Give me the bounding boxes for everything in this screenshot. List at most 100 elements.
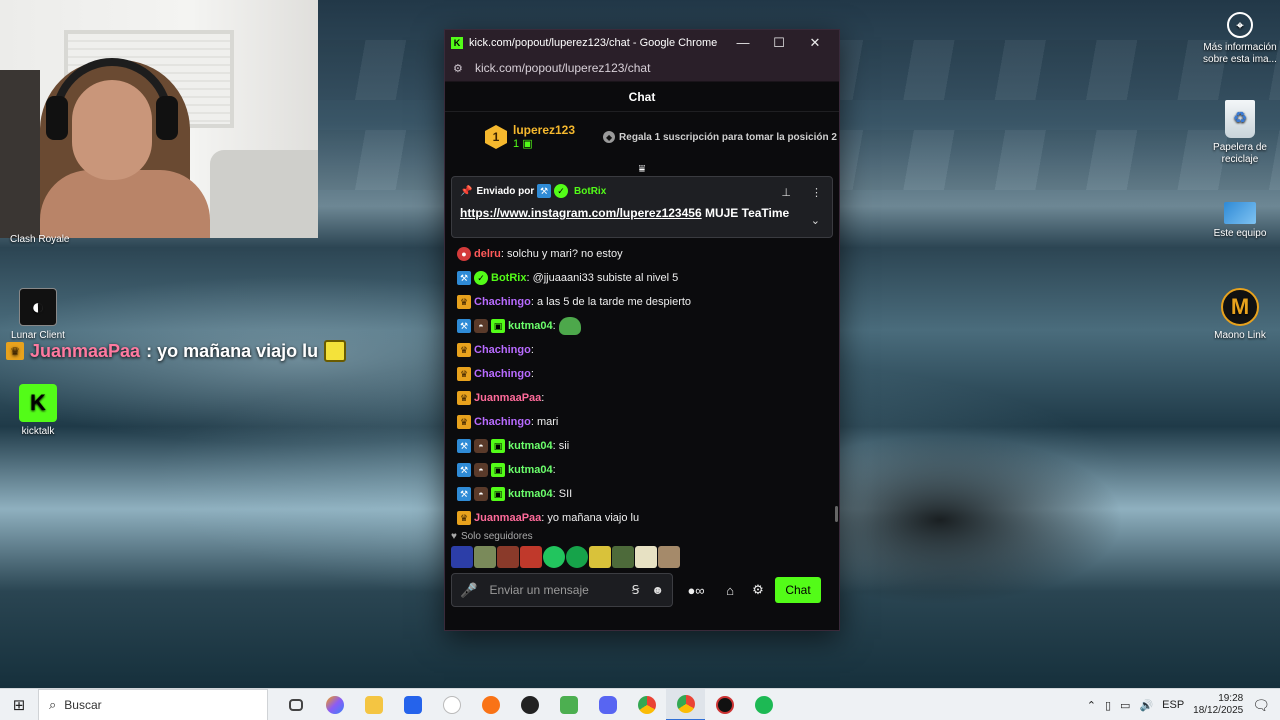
clash-royale-label[interactable]: Clash Royale xyxy=(10,234,69,245)
chat-text: : xyxy=(530,368,534,380)
emote-button[interactable] xyxy=(635,546,657,568)
unpin-icon[interactable]: ⊥ xyxy=(781,186,791,199)
game-app-icon xyxy=(715,695,734,714)
taskbar-chrome[interactable] xyxy=(627,689,666,720)
task-view-button[interactable] xyxy=(276,689,315,720)
chat-username[interactable]: JuanmaaPaa xyxy=(474,392,541,404)
emote-button[interactable] xyxy=(543,546,565,568)
emote-button[interactable] xyxy=(451,546,473,568)
emote-button[interactable] xyxy=(658,546,680,568)
send-chat-button[interactable]: Chat xyxy=(775,577,821,603)
chat-message: ♛ Chachingo: xyxy=(457,362,827,386)
desktop-icon-maono-link[interactable]: M Maono Link xyxy=(1202,288,1278,342)
taskbar-discord[interactable] xyxy=(588,689,627,720)
taskbar-spotify[interactable] xyxy=(744,689,783,720)
chat-username[interactable]: kutma04 xyxy=(508,488,553,500)
moderator-badge-icon: ⚒ xyxy=(457,487,471,501)
chat-username[interactable]: Chachingo xyxy=(474,344,531,356)
leader-username[interactable]: luperez123 xyxy=(513,123,575,137)
chat-text: : mari xyxy=(530,416,559,428)
chat-scrollbar[interactable] xyxy=(835,506,838,522)
taskbar-word[interactable] xyxy=(432,689,471,720)
taskbar-minecraft[interactable] xyxy=(549,689,588,720)
minimize-button[interactable]: — xyxy=(725,35,761,50)
pinned-link[interactable]: https://www.instagram.com/luperez123456 xyxy=(460,206,702,220)
settings-gear-icon[interactable]: ⚙ xyxy=(747,582,769,598)
taskbar-chrome-active[interactable] xyxy=(666,688,705,720)
desktop-icon-label: Maono Link xyxy=(1214,330,1266,341)
gift-sub-prompt[interactable]: ◆ Regala 1 suscripción para tomar la pos… xyxy=(603,131,837,143)
microphone-icon[interactable]: 🎤 xyxy=(460,582,477,599)
taskbar-obs[interactable] xyxy=(510,689,549,720)
desktop-icon-this-pc[interactable]: Este equipo xyxy=(1202,196,1278,240)
network-icon[interactable]: ▭ xyxy=(1120,699,1130,712)
taskbar-app-orange[interactable] xyxy=(471,689,510,720)
notifications-icon[interactable]: 🗨 xyxy=(1252,697,1270,714)
chat-message: ⚒ ◓ ▣ kutma04: xyxy=(457,458,827,482)
channel-points-icon[interactable]: ●∞ xyxy=(679,583,713,598)
pin-icon: 📌 xyxy=(460,185,473,197)
emote-button[interactable] xyxy=(520,546,542,568)
emote-button[interactable] xyxy=(589,546,611,568)
desktop-icon-more-info[interactable]: ⌖ Más información sobre esta ima... xyxy=(1202,12,1278,66)
taskbar-file-explorer[interactable] xyxy=(354,689,393,720)
chat-text: : xyxy=(541,392,545,404)
maximize-button[interactable]: ☐ xyxy=(761,35,797,51)
computer-icon xyxy=(1224,202,1256,224)
taskbar-search[interactable]: ⌕ Buscar xyxy=(38,688,268,720)
crown-badge-icon: ♛ xyxy=(457,391,471,405)
desktop-icon-lunar-client[interactable]: ◐ Lunar Client xyxy=(0,288,76,342)
chat-message: ♛ JuanmaaPaa: yo mañana viajo lu xyxy=(457,506,827,528)
collapse-leaderboard-icon[interactable]: ⩸ xyxy=(445,162,839,176)
chat-username[interactable]: Chachingo xyxy=(474,368,531,380)
windows-start-button[interactable]: ⊞ xyxy=(0,689,38,720)
kicktalk-icon: K xyxy=(19,384,57,422)
close-button[interactable]: ✕ xyxy=(797,35,833,51)
address-bar[interactable]: ⚙ kick.com/popout/luperez123/chat xyxy=(445,55,839,82)
emote-button[interactable] xyxy=(612,546,634,568)
gift-sub-text: Regala 1 suscripción para tomar la posic… xyxy=(619,131,837,143)
emote-button[interactable] xyxy=(566,546,588,568)
subscriber-badge-icon: ▣ xyxy=(491,487,505,501)
system-tray: ⌃ ▯ ▭ 🔊 ESP 19:28 18/12/2025 🗨 xyxy=(1087,689,1280,720)
chat-username[interactable]: BotRix xyxy=(491,272,526,284)
desktop-icon-kicktalk[interactable]: K kicktalk xyxy=(0,384,76,438)
emote-button[interactable] xyxy=(474,546,496,568)
more-options-icon[interactable]: ⋮ xyxy=(811,186,822,199)
chrome-icon xyxy=(676,694,695,713)
pinned-author[interactable]: BotRix xyxy=(574,186,606,197)
gift-box-icon: ▣ xyxy=(522,138,533,150)
windows-taskbar: ⊞ ⌕ Buscar ⌃ ▯ ▭ 🔊 ESP 19:28 18/12/2025 … xyxy=(0,688,1280,720)
chat-username[interactable]: kutma04 xyxy=(508,440,553,452)
taskbar-store[interactable] xyxy=(393,689,432,720)
clock-date: 18/12/2025 xyxy=(1193,705,1244,716)
desktop-icon-recycle-bin[interactable]: ♻ Papelera de reciclaje xyxy=(1202,100,1278,166)
translate-icon[interactable]: Ꞩ xyxy=(632,583,640,597)
chat-username[interactable]: Chachingo xyxy=(474,296,531,308)
store-icon[interactable]: ⌂ xyxy=(719,583,741,598)
chat-username[interactable]: kutma04 xyxy=(508,464,553,476)
clock[interactable]: 19:28 18/12/2025 xyxy=(1193,693,1243,717)
pinned-suffix: MUJE TeaTime xyxy=(701,206,790,220)
taskbar-copilot[interactable] xyxy=(315,689,354,720)
chevron-down-icon[interactable]: ⌄ xyxy=(811,214,820,227)
chat-username[interactable]: Chachingo xyxy=(474,416,531,428)
volume-icon[interactable]: 🔊 xyxy=(1139,699,1153,712)
chevron-up-icon[interactable]: ⌃ xyxy=(1087,699,1096,712)
chat-username[interactable]: kutma04 xyxy=(508,320,553,332)
language-indicator[interactable]: ESP xyxy=(1162,699,1184,711)
chat-message: ⚒ ◓ ▣ kutma04: xyxy=(457,314,827,338)
emoji-picker-icon[interactable]: ☻ xyxy=(651,583,664,597)
taskbar-app-dark[interactable] xyxy=(705,689,744,720)
chat-username[interactable]: JuanmaaPaa xyxy=(474,512,541,524)
minecraft-icon xyxy=(559,695,578,714)
chat-message-input[interactable]: 🎤 Enviar un mensaje Ꞩ ☻ xyxy=(451,573,673,607)
chat-text: : a las 5 de la tarde me despierto xyxy=(530,296,692,308)
chat-username[interactable]: delru xyxy=(474,248,501,260)
site-settings-icon[interactable]: ⚙ xyxy=(453,62,467,75)
window-titlebar[interactable]: K kick.com/popout/luperez123/chat - Goog… xyxy=(445,30,839,55)
device-icon[interactable]: ▯ xyxy=(1105,699,1111,712)
chat-message: ♛ JuanmaaPaa: xyxy=(457,386,827,410)
bot-badge-icon: ⚒ xyxy=(537,184,552,198)
emote-button[interactable] xyxy=(497,546,519,568)
